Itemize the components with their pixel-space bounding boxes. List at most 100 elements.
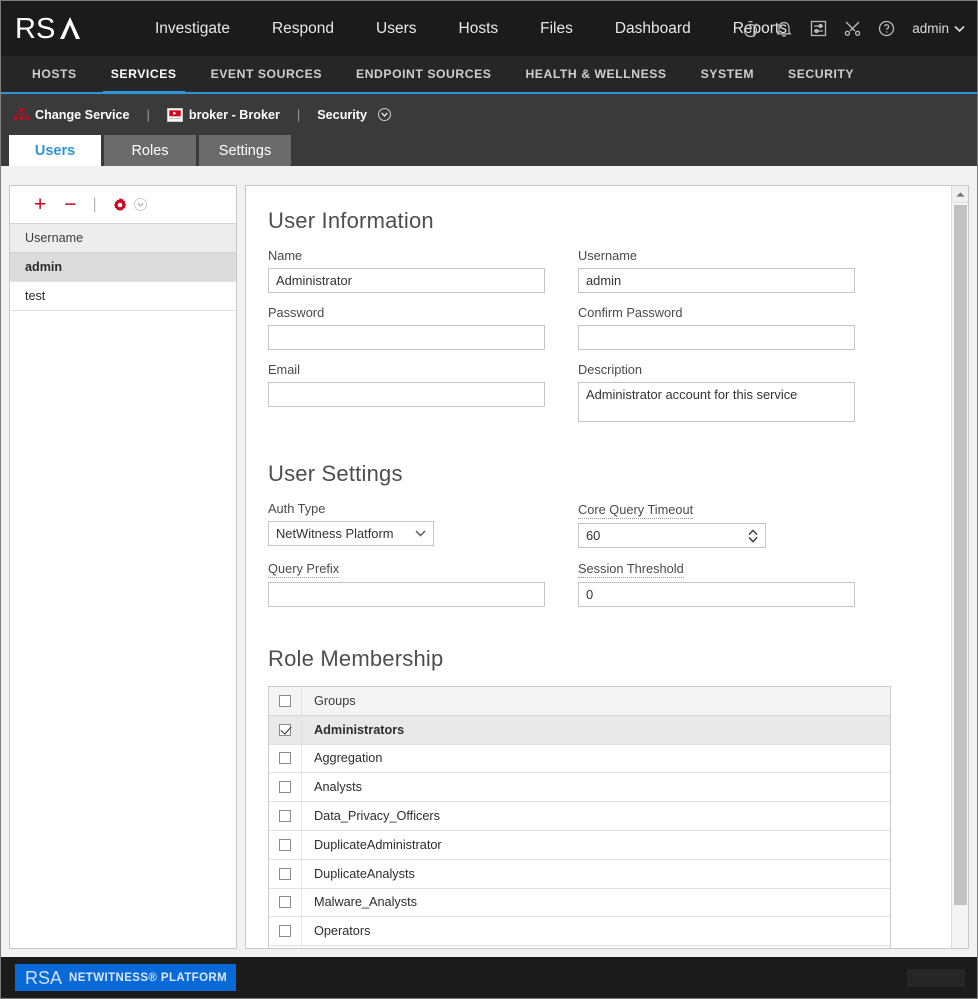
row-checkbox[interactable] <box>279 896 291 909</box>
breadcrumb-separator-2: | <box>296 107 301 122</box>
row-checkbox[interactable] <box>279 810 291 823</box>
row-checkbox[interactable] <box>279 925 291 938</box>
subnav-item-security[interactable]: SECURITY <box>771 56 871 92</box>
table-row[interactable]: DuplicateAdministrator <box>269 830 890 860</box>
account-menu[interactable]: admin <box>912 21 965 36</box>
name-input[interactable]: Administrator <box>268 268 545 293</box>
scrollbar-thumb[interactable] <box>954 205 967 905</box>
user-detail-content: User Information Name Administrator User… <box>246 186 951 948</box>
table-row[interactable]: Aggregation <box>269 744 890 774</box>
field-name: Name Administrator <box>268 248 545 293</box>
sub-navigation-bar: HOSTS SERVICES EVENT SOURCES ENDPOINT SO… <box>1 56 977 94</box>
remove-user-button[interactable]: − <box>55 194 85 215</box>
row-checkbox-cell[interactable] <box>269 946 302 948</box>
stopwatch-icon[interactable] <box>740 19 760 39</box>
auth-type-select[interactable]: NetWitness Platform <box>268 521 434 546</box>
table-row[interactable]: Analysts <box>269 773 890 803</box>
row-checkbox-cell[interactable] <box>269 802 302 830</box>
table-row[interactable]: Administrators <box>269 715 890 745</box>
footer-logo: RSA NETWITNESS® PLATFORM <box>15 964 237 991</box>
breadcrumb-service[interactable]: broker - Broker <box>166 108 280 122</box>
username-label: Username <box>578 248 638 263</box>
network-tree-icon <box>14 108 29 120</box>
session-threshold-input[interactable]: 0 <box>578 582 855 607</box>
row-checkbox-cell[interactable] <box>269 773 302 802</box>
nav-item-respond[interactable]: Respond <box>251 1 355 56</box>
query-prefix-label: Query Prefix <box>268 561 340 578</box>
nav-item-users[interactable]: Users <box>355 1 437 56</box>
subnav-item-event-sources[interactable]: EVENT SOURCES <box>194 56 339 92</box>
column-header-groups: Groups <box>314 693 356 708</box>
subnav-item-services[interactable]: SERVICES <box>94 56 194 94</box>
row-checkbox[interactable] <box>279 723 291 736</box>
list-item[interactable]: test <box>10 282 236 311</box>
email-input[interactable] <box>268 382 545 407</box>
toolbar-divider: | <box>92 195 97 213</box>
username-input[interactable]: admin <box>578 268 855 293</box>
password-input[interactable] <box>268 325 545 350</box>
group-name: Data_Privacy_Officers <box>314 809 440 824</box>
auth-type-label: Auth Type <box>268 501 326 516</box>
row-checkbox-cell[interactable] <box>269 917 302 946</box>
field-description: Description Administrator account for th… <box>578 362 855 422</box>
row-checkbox[interactable] <box>279 752 291 765</box>
sliders-icon[interactable] <box>808 19 828 39</box>
bell-icon[interactable] <box>774 19 794 39</box>
add-user-button[interactable]: + <box>25 194 55 215</box>
nav-item-hosts[interactable]: Hosts <box>438 1 520 56</box>
core-query-timeout-stepper[interactable]: 60 <box>578 523 766 548</box>
top-navigation-bar: RS Investigate Respond Users Hosts Files… <box>1 1 977 56</box>
select-all-checkbox[interactable] <box>279 694 291 707</box>
list-item[interactable]: admin <box>10 253 236 282</box>
toolbar-chevron-down-icon[interactable] <box>132 198 149 211</box>
field-session-threshold: Session Threshold 0 <box>578 560 855 607</box>
row-checkbox[interactable] <box>279 781 291 794</box>
user-list-column-header: Username <box>10 224 236 253</box>
nav-item-dashboard[interactable]: Dashboard <box>594 1 712 56</box>
footer-logo-product: NETWITNESS® PLATFORM <box>69 971 228 984</box>
user-list-item-label: test <box>25 289 46 303</box>
nav-item-files[interactable]: Files <box>519 1 594 56</box>
tab-roles[interactable]: Roles <box>104 135 196 166</box>
row-checkbox-cell[interactable] <box>269 888 302 917</box>
email-label: Email <box>268 362 300 377</box>
table-row[interactable]: DuplicateAnalysts <box>269 859 890 889</box>
table-row[interactable]: SOC_Managers <box>269 946 890 948</box>
vertical-scrollbar[interactable] <box>951 186 968 948</box>
subnav-item-system[interactable]: SYSTEM <box>684 56 771 92</box>
row-checkbox-cell[interactable] <box>269 715 302 744</box>
row-checkbox-cell[interactable] <box>269 744 302 773</box>
row-checkbox[interactable] <box>279 838 291 851</box>
table-row[interactable]: Malware_Analysts <box>269 888 890 918</box>
group-name: DuplicateAdministrator <box>314 837 442 852</box>
confirm-password-input[interactable] <box>578 325 855 350</box>
stepper-arrows-icon[interactable] <box>747 528 759 544</box>
tab-users[interactable]: Users <box>9 135 101 166</box>
field-username: Username admin <box>578 248 855 293</box>
subnav-item-health-wellness[interactable]: HEALTH & WELLNESS <box>508 56 683 92</box>
select-all-checkbox-cell[interactable] <box>269 687 302 715</box>
core-query-timeout-value: 60 <box>586 528 601 543</box>
row-checkbox[interactable] <box>279 867 291 880</box>
field-query-prefix: Query Prefix <box>268 560 545 607</box>
nav-item-investigate[interactable]: Investigate <box>134 1 251 56</box>
help-icon[interactable] <box>876 19 896 39</box>
tools-icon[interactable] <box>842 19 862 39</box>
row-checkbox-cell[interactable] <box>269 859 302 888</box>
row-checkbox-cell[interactable] <box>269 830 302 859</box>
subnav-item-hosts[interactable]: HOSTS <box>15 56 94 92</box>
description-textarea[interactable]: Administrator account for this service <box>578 382 855 422</box>
query-prefix-input[interactable] <box>268 582 545 607</box>
scroll-up-arrow-icon[interactable] <box>952 186 968 203</box>
account-label: admin <box>912 21 949 36</box>
table-row[interactable]: Data_Privacy_Officers <box>269 802 890 831</box>
subnav-item-endpoint-sources[interactable]: ENDPOINT SOURCES <box>339 56 508 92</box>
tab-settings[interactable]: Settings <box>199 135 291 166</box>
breadcrumb-section[interactable]: Security <box>317 108 391 122</box>
group-name: DuplicateAnalysts <box>314 866 415 881</box>
session-threshold-label: Session Threshold <box>578 561 684 578</box>
gear-icon[interactable] <box>104 197 132 213</box>
table-row[interactable]: Operators <box>269 917 890 947</box>
breadcrumb-section-label: Security <box>317 107 367 122</box>
breadcrumb-change-service[interactable]: Change Service <box>14 108 130 122</box>
